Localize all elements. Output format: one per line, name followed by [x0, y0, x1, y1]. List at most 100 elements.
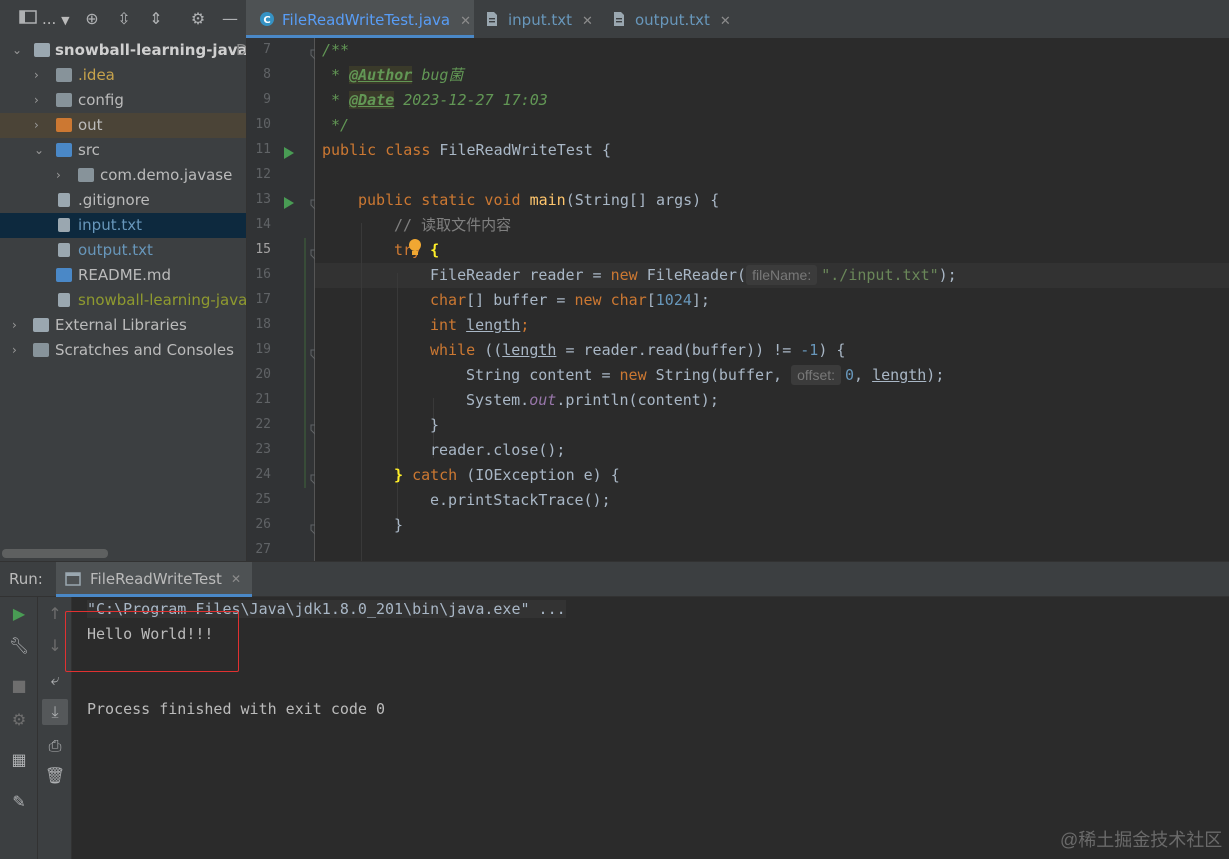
close-icon[interactable]: ✕	[582, 14, 593, 29]
chevron-right-icon: ›	[34, 68, 39, 82]
print-icon[interactable]: ⎙	[44, 735, 66, 757]
tree-item-src[interactable]: ⌄ src	[0, 138, 246, 163]
libraries-icon	[33, 318, 49, 332]
tree-item-output-txt[interactable]: output.txt	[0, 238, 246, 263]
watermark: @稀土掘金技术社区	[1060, 830, 1223, 850]
locate-icon[interactable]: ⊕	[82, 9, 102, 29]
javadoc-text: /**	[322, 41, 350, 59]
tree-item-input-txt[interactable]: input.txt	[0, 213, 246, 238]
module-folder-icon	[34, 43, 50, 57]
source-folder-icon	[56, 143, 72, 157]
code-line: * @Date 2023-12-27 17:03	[322, 88, 548, 113]
lightbulb-icon[interactable]	[408, 238, 422, 262]
tree-item-readme[interactable]: README.md	[0, 263, 246, 288]
tree-item-gitignore[interactable]: .gitignore	[0, 188, 246, 213]
keyword: catch	[412, 466, 467, 484]
collapse-all-icon[interactable]: ⇕	[146, 9, 166, 29]
number-literal: 1024	[655, 291, 692, 309]
expand-all-icon[interactable]: ⇳	[114, 9, 134, 29]
tree-item-out[interactable]: › out	[0, 113, 246, 138]
run-tab-label: FileReadWriteTest	[90, 570, 222, 588]
chevron-down-icon: ⌄	[34, 143, 45, 157]
line-number: 20	[255, 367, 271, 382]
tree-item-label: Scratches and Consoles	[55, 341, 234, 359]
line-number: 8	[263, 67, 271, 82]
javadoc-text: bug菌	[412, 66, 464, 84]
keyword: new	[619, 366, 656, 384]
code-text: reader.close();	[430, 441, 566, 459]
indent-guide	[397, 273, 398, 528]
variable: length	[502, 341, 557, 359]
trash-icon[interactable]: 🗑︎	[44, 765, 66, 787]
restore-layout-icon[interactable]: ⚙	[8, 709, 30, 731]
keyword: new	[610, 266, 647, 284]
tab-input-txt[interactable]: input.txt ✕	[486, 0, 601, 38]
project-view-icon[interactable]	[18, 9, 38, 29]
tree-horizontal-scrollbar[interactable]	[2, 549, 108, 558]
tree-item-label: out	[78, 116, 103, 134]
rerun-icon[interactable]: ▶	[8, 603, 30, 625]
code-line: }	[394, 513, 403, 538]
project-view-dropdown[interactable]: ... ▼	[42, 9, 70, 31]
pin-icon[interactable]: ✎	[8, 791, 30, 813]
tab-filereadwritetest[interactable]: C FileReadWriteTest.java ✕	[246, 0, 474, 38]
tree-item-label: com.demo.javase	[100, 166, 233, 184]
project-toolbar: ... ▼ ⊕ ⇳ ⇕ ⚙ —	[0, 0, 246, 39]
line-number: 11	[255, 142, 271, 157]
close-icon[interactable]: ✕	[231, 572, 241, 586]
code-editor[interactable]: /** * @Author bug菌 * @Date 2023-12-27 17…	[315, 38, 1229, 561]
run-console[interactable]: "C:\Program Files\Java\jdk1.8.0_201\bin\…	[65, 597, 1229, 859]
code-text: }	[430, 416, 440, 434]
run-gutter-icon[interactable]	[284, 144, 294, 163]
line-number: 19	[255, 342, 271, 357]
run-tab[interactable]: FileReadWriteTest ✕	[56, 562, 252, 597]
code-text: FileReadWriteTest {	[439, 141, 611, 159]
tree-item-iml[interactable]: snowball-learning-java.	[0, 288, 246, 313]
text-file-icon	[58, 218, 70, 232]
code-line: int length;	[430, 313, 529, 338]
code-text: e.printStackTrace();	[430, 491, 611, 509]
tree-item-idea[interactable]: › .idea	[0, 63, 246, 88]
svg-text:C: C	[263, 15, 270, 26]
wrench-icon[interactable]: 🔧︎	[8, 635, 30, 657]
module-file-icon	[58, 293, 70, 307]
line-number: 25	[255, 492, 271, 507]
tree-item-label: src	[78, 141, 100, 159]
brace: {	[430, 241, 440, 259]
code-text: String content =	[466, 366, 620, 384]
hide-icon[interactable]: —	[220, 9, 240, 29]
code-text: );	[938, 266, 957, 284]
brace: }	[394, 466, 413, 484]
code-line: } catch (IOException e) {	[394, 463, 620, 488]
settings-icon[interactable]: ⚙	[188, 9, 208, 29]
code-text: }	[394, 516, 404, 534]
line-number: 21	[255, 392, 271, 407]
code-text: (IOException e) {	[466, 466, 620, 484]
chevron-down-icon: ⌄	[12, 43, 23, 57]
tree-root-label: snowball-learning-java	[55, 41, 247, 59]
tree-item-scratches[interactable]: › Scratches and Consoles	[0, 338, 246, 363]
code-line: e.printStackTrace();	[430, 488, 611, 513]
tab-output-txt[interactable]: output.txt ✕	[613, 0, 743, 38]
soft-wrap-icon[interactable]: ⤶	[44, 669, 66, 691]
code-line: public class FileReadWriteTest {	[322, 138, 611, 163]
arrow-up-icon[interactable]: ↑	[44, 603, 66, 625]
close-icon[interactable]: ✕	[720, 14, 731, 29]
tree-root[interactable]: ⌄ snowball-learning-java D	[0, 38, 246, 63]
arrow-down-icon[interactable]: ↓	[44, 635, 66, 657]
scroll-to-end-icon[interactable]: ⤓	[42, 699, 68, 725]
layout-icon[interactable]: ▦	[8, 749, 30, 771]
stop-icon[interactable]: ■	[8, 675, 30, 697]
code-text: FileReader(	[646, 266, 747, 284]
chevron-right-icon: ›	[56, 168, 61, 182]
code-line: /**	[322, 38, 349, 63]
keyword: int	[430, 316, 467, 334]
close-icon[interactable]: ✕	[460, 14, 471, 29]
text-file-icon	[58, 243, 70, 257]
run-gutter-icon[interactable]	[284, 194, 294, 213]
dropdown-arrow-icon: ▼	[61, 14, 70, 27]
tree-item-package[interactable]: › com.demo.javase	[0, 163, 246, 188]
tree-item-external-libraries[interactable]: › External Libraries	[0, 313, 246, 338]
javadoc-text: 2023-12-27 17:03	[394, 91, 548, 109]
tree-item-config[interactable]: › config	[0, 88, 246, 113]
